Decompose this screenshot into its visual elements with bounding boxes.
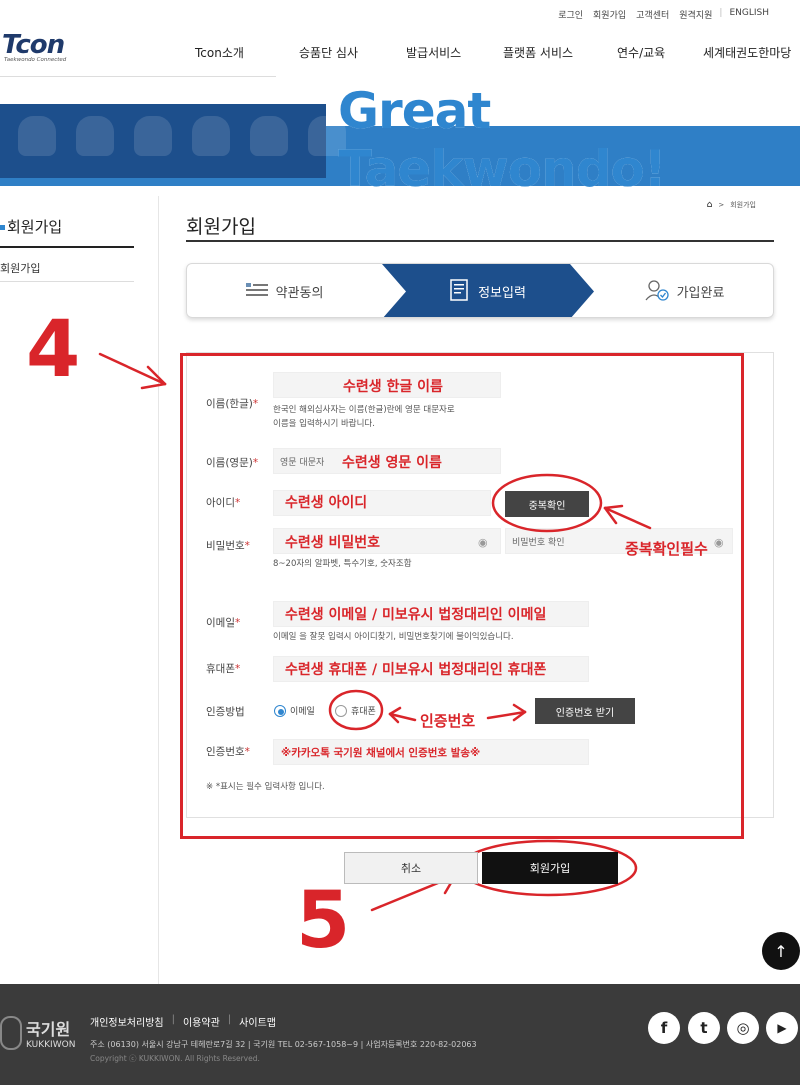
- arrow-up-icon: ↑: [774, 941, 788, 961]
- scroll-top-button[interactable]: ↑: [762, 932, 800, 970]
- sitemap-link[interactable]: 사이트맵: [239, 1014, 276, 1029]
- join-button[interactable]: 회원가입: [482, 852, 618, 884]
- youtube-icon[interactable]: ▶: [766, 1012, 798, 1044]
- terms-link[interactable]: 이용약관: [183, 1014, 220, 1029]
- kukkiwon-seal-icon: [0, 1016, 22, 1050]
- cancel-button[interactable]: 취소: [344, 852, 478, 884]
- site-footer: 국기원 KUKKIWON 개인정보처리방침 | 이용약관 | 사이트맵 주소 (…: [0, 984, 800, 1085]
- annotation-arrows: [98, 352, 652, 912]
- twitter-icon[interactable]: t: [688, 1012, 720, 1044]
- facebook-icon[interactable]: f: [648, 1012, 680, 1044]
- privacy-link[interactable]: 개인정보처리방침: [90, 1014, 164, 1029]
- instagram-icon[interactable]: ◎: [727, 1012, 759, 1044]
- footer-links: 개인정보처리방침 | 이용약관 | 사이트맵: [90, 1014, 276, 1029]
- footer-logo: 국기원 KUKKIWON: [26, 1020, 76, 1050]
- footer-copyright: Copyright ⓒ KUKKIWON. All Rights Reserve…: [90, 1054, 260, 1063]
- footer-address: 주소 (06130) 서울시 강남구 테헤란로7길 32 | 국기원 TEL 0…: [90, 1040, 477, 1049]
